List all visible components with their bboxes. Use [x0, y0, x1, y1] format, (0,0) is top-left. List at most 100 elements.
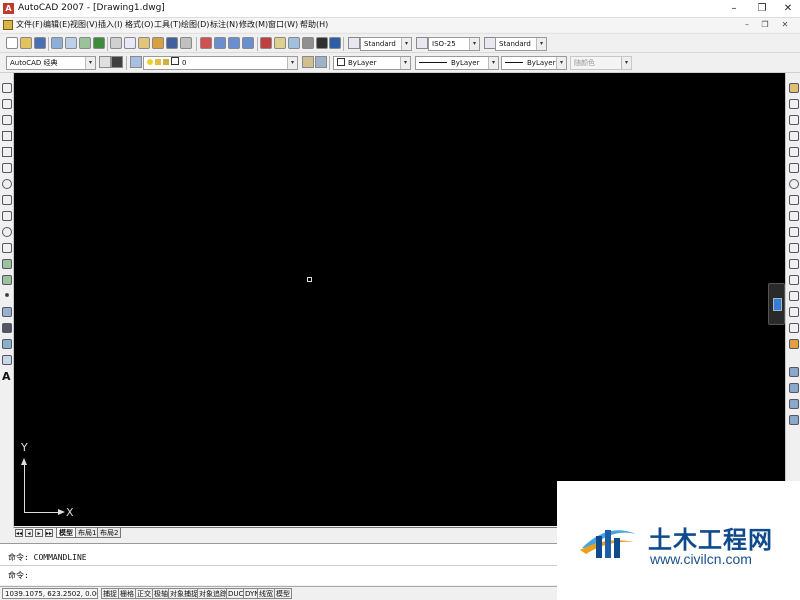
command-prompt[interactable]: 命令: — [8, 570, 29, 581]
snap-toggle[interactable]: 捕捉 — [101, 588, 119, 599]
extend-icon[interactable] — [789, 243, 799, 253]
autocad-app-icon[interactable]: A — [3, 3, 14, 14]
grid-toggle[interactable]: 栅格 — [118, 588, 136, 599]
zoom-realtime-icon[interactable] — [214, 37, 226, 49]
help-icon[interactable] — [329, 37, 341, 49]
properties-icon[interactable] — [260, 37, 272, 49]
document-icon[interactable] — [3, 20, 13, 30]
restore-button[interactable]: ❐ — [750, 1, 774, 16]
undo-icon[interactable] — [166, 37, 178, 49]
menu-window[interactable]: 窗口(W) — [268, 19, 298, 30]
tab-layout1[interactable]: 布局1 — [75, 528, 100, 538]
menu-draw[interactable]: 绘图(D) — [181, 19, 209, 30]
rectangle-icon[interactable] — [2, 147, 12, 157]
publish-icon[interactable] — [79, 37, 91, 49]
pan-icon[interactable] — [200, 37, 212, 49]
arc-icon[interactable] — [2, 163, 12, 173]
tab-layout2[interactable]: 布局2 — [97, 528, 122, 538]
tab-model[interactable]: 模型 — [56, 528, 76, 538]
copy-object-icon[interactable] — [789, 99, 799, 109]
otrack-toggle[interactable]: 对象追踪 — [197, 588, 229, 599]
break-at-point-icon[interactable] — [789, 259, 799, 269]
layer-manager-icon[interactable] — [130, 56, 142, 68]
text-style-select[interactable]: Standard ▾ — [360, 37, 412, 51]
copy-icon[interactable] — [124, 37, 136, 49]
stretch-icon[interactable] — [789, 211, 799, 221]
table-style-select[interactable]: Standard ▾ — [495, 37, 547, 51]
sheet-set-icon[interactable] — [302, 37, 314, 49]
ortho-toggle[interactable]: 正交 — [135, 588, 153, 599]
redo-icon[interactable] — [180, 37, 192, 49]
drawing-canvas[interactable] — [14, 73, 785, 526]
ellipse-arc-icon[interactable] — [2, 243, 12, 253]
polygon-icon[interactable] — [2, 131, 12, 141]
color-select[interactable]: ByLayer ▾ — [333, 56, 411, 70]
insert-block-icon[interactable] — [2, 259, 12, 269]
last-tab-button[interactable]: ▸▸ — [45, 529, 53, 537]
doc-minimize-button[interactable]: – — [740, 19, 754, 31]
menu-dimension[interactable]: 标注(N) — [210, 19, 238, 30]
model-space-toggle[interactable]: 模型 — [274, 588, 292, 599]
next-tab-button[interactable]: ▸ — [35, 529, 43, 537]
polyline-icon[interactable] — [2, 115, 12, 125]
paste-icon[interactable] — [138, 37, 150, 49]
ellipse-icon[interactable] — [2, 227, 12, 237]
layer-select[interactable]: 0 ▾ — [143, 56, 298, 70]
trim-icon[interactable] — [789, 227, 799, 237]
save-workspace-icon[interactable] — [111, 56, 123, 68]
menu-tools[interactable]: 工具(T) — [154, 19, 181, 30]
open-icon[interactable] — [20, 37, 32, 49]
region-icon[interactable] — [2, 339, 12, 349]
move-icon[interactable] — [789, 163, 799, 173]
layer-previous-icon[interactable] — [315, 56, 327, 68]
workspace-select[interactable]: AutoCAD 经典 ▾ — [6, 56, 96, 70]
send-to-back-icon[interactable] — [789, 399, 799, 409]
zoom-previous-icon[interactable] — [242, 37, 254, 49]
bring-above-icon[interactable] — [789, 415, 799, 425]
draw-order-icon[interactable] — [789, 367, 799, 377]
rotate-icon[interactable] — [789, 179, 799, 189]
dim-style-icon[interactable] — [416, 37, 428, 49]
close-button[interactable]: ✕ — [776, 1, 800, 16]
line-icon[interactable] — [2, 83, 12, 93]
match-properties-icon[interactable] — [152, 37, 164, 49]
prev-tab-button[interactable]: ◂ — [25, 529, 33, 537]
scale-icon[interactable] — [789, 195, 799, 205]
plot-preview-icon[interactable] — [65, 37, 77, 49]
minimize-button[interactable]: – — [722, 1, 746, 16]
break-icon[interactable] — [789, 275, 799, 285]
join-icon[interactable] — [789, 291, 799, 301]
make-block-icon[interactable] — [2, 275, 12, 285]
hatch-icon[interactable] — [2, 307, 12, 317]
3d-dwf-icon[interactable] — [93, 37, 105, 49]
revision-cloud-icon[interactable] — [2, 195, 12, 205]
mirror-icon[interactable] — [789, 115, 799, 125]
linetype-select[interactable]: ByLayer ▾ — [415, 56, 499, 70]
fillet-icon[interactable] — [789, 323, 799, 333]
dim-style-select[interactable]: ISO-25 ▾ — [428, 37, 480, 51]
erase-icon[interactable] — [789, 83, 799, 93]
menu-format[interactable]: 格式(O) — [125, 19, 154, 30]
menu-modify[interactable]: 修改(M) — [239, 19, 268, 30]
cut-icon[interactable] — [110, 37, 122, 49]
coordinate-readout[interactable]: 1039.1075, 623.2502, 0.0000 — [2, 588, 98, 599]
markup-icon[interactable] — [316, 37, 328, 49]
explode-icon[interactable] — [789, 339, 799, 349]
first-tab-button[interactable]: ◂◂ — [15, 529, 23, 537]
text-style-icon[interactable] — [348, 37, 360, 49]
gradient-icon[interactable] — [2, 323, 12, 333]
make-current-layer-icon[interactable] — [302, 56, 314, 68]
spline-icon[interactable] — [2, 211, 12, 221]
construction-line-icon[interactable] — [2, 99, 12, 109]
menu-insert[interactable]: 插入(I) — [98, 19, 123, 30]
plot-icon[interactable] — [51, 37, 63, 49]
menu-view[interactable]: 视图(V) — [70, 19, 98, 30]
point-icon[interactable] — [5, 293, 9, 297]
side-panel-handle[interactable] — [768, 283, 785, 325]
zoom-window-icon[interactable] — [228, 37, 240, 49]
menu-edit[interactable]: 编辑(E) — [43, 19, 70, 30]
menu-file[interactable]: 文件(F) — [16, 19, 43, 30]
design-center-icon[interactable] — [274, 37, 286, 49]
tool-palettes-icon[interactable] — [288, 37, 300, 49]
bring-to-front-icon[interactable] — [789, 383, 799, 393]
